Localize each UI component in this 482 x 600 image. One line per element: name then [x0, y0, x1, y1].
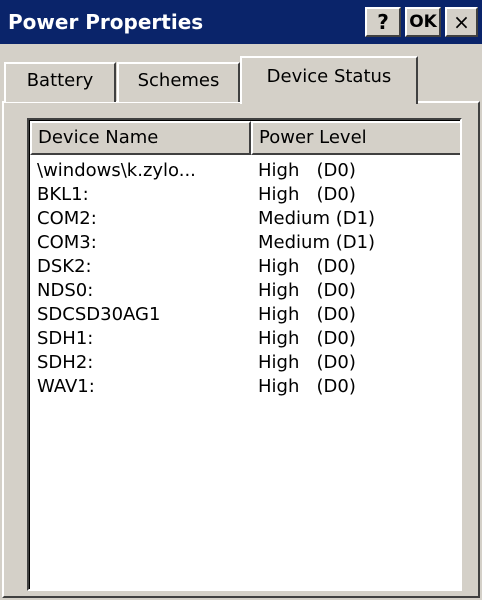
device-name: SDH1:: [37, 328, 94, 349]
device-name: COM3:: [37, 232, 97, 253]
device-name: WAV1:: [37, 376, 95, 397]
device-name: BKL1:: [37, 184, 89, 205]
list-item[interactable]: BKL1: High (D0): [30, 183, 460, 207]
power-properties-window: Power Properties ? OK × Battery Schemes …: [0, 0, 482, 600]
device-name: SDCSD30AG1: [37, 304, 161, 325]
list-item[interactable]: COM3: Medium (D1): [30, 231, 460, 255]
help-button[interactable]: ?: [365, 7, 401, 37]
device-name: SDH2:: [37, 352, 94, 373]
title-bar[interactable]: Power Properties ? OK ×: [0, 0, 482, 44]
power-level: High (D0): [258, 328, 356, 349]
power-level: Medium (D1): [258, 208, 376, 229]
power-level: High (D0): [258, 160, 356, 181]
list-item[interactable]: WAV1: High (D0): [30, 375, 460, 399]
device-list[interactable]: Device Name Power Level \windows\k.zylo.…: [27, 118, 462, 591]
tab-schemes[interactable]: Schemes: [117, 62, 240, 102]
list-item[interactable]: SDH2: High (D0): [30, 351, 460, 375]
ok-button[interactable]: OK: [405, 7, 441, 37]
device-name: DSK2:: [37, 256, 92, 277]
list-item[interactable]: NDS0: High (D0): [30, 279, 460, 303]
power-level: High (D0): [258, 352, 356, 373]
device-name: NDS0:: [37, 280, 94, 301]
column-header-device-name[interactable]: Device Name: [30, 121, 251, 155]
device-name: \windows\k.zylo...: [37, 160, 196, 181]
list-item[interactable]: \windows\k.zylo... High (D0): [30, 159, 460, 183]
power-level: High (D0): [258, 280, 356, 301]
power-level: High (D0): [258, 376, 356, 397]
column-header-power-level[interactable]: Power Level: [251, 121, 460, 155]
power-level: Medium (D1): [258, 232, 376, 253]
list-item[interactable]: DSK2: High (D0): [30, 255, 460, 279]
close-button[interactable]: ×: [445, 7, 478, 37]
power-level: High (D0): [258, 304, 356, 325]
tab-device-status[interactable]: Device Status: [240, 56, 418, 104]
window-title: Power Properties: [8, 10, 204, 34]
power-level: High (D0): [258, 184, 356, 205]
list-item[interactable]: SDH1: High (D0): [30, 327, 460, 351]
tab-battery[interactable]: Battery: [4, 62, 116, 102]
device-name: COM2:: [37, 208, 97, 229]
list-header: Device Name Power Level: [30, 121, 460, 155]
list-item[interactable]: SDCSD30AG1 High (D0): [30, 303, 460, 327]
list-item[interactable]: COM2: Medium (D1): [30, 207, 460, 231]
device-rows: \windows\k.zylo... High (D0) BKL1: High …: [30, 159, 460, 399]
device-list-frame: Device Name Power Level \windows\k.zylo.…: [29, 120, 460, 589]
power-level: High (D0): [258, 256, 356, 277]
